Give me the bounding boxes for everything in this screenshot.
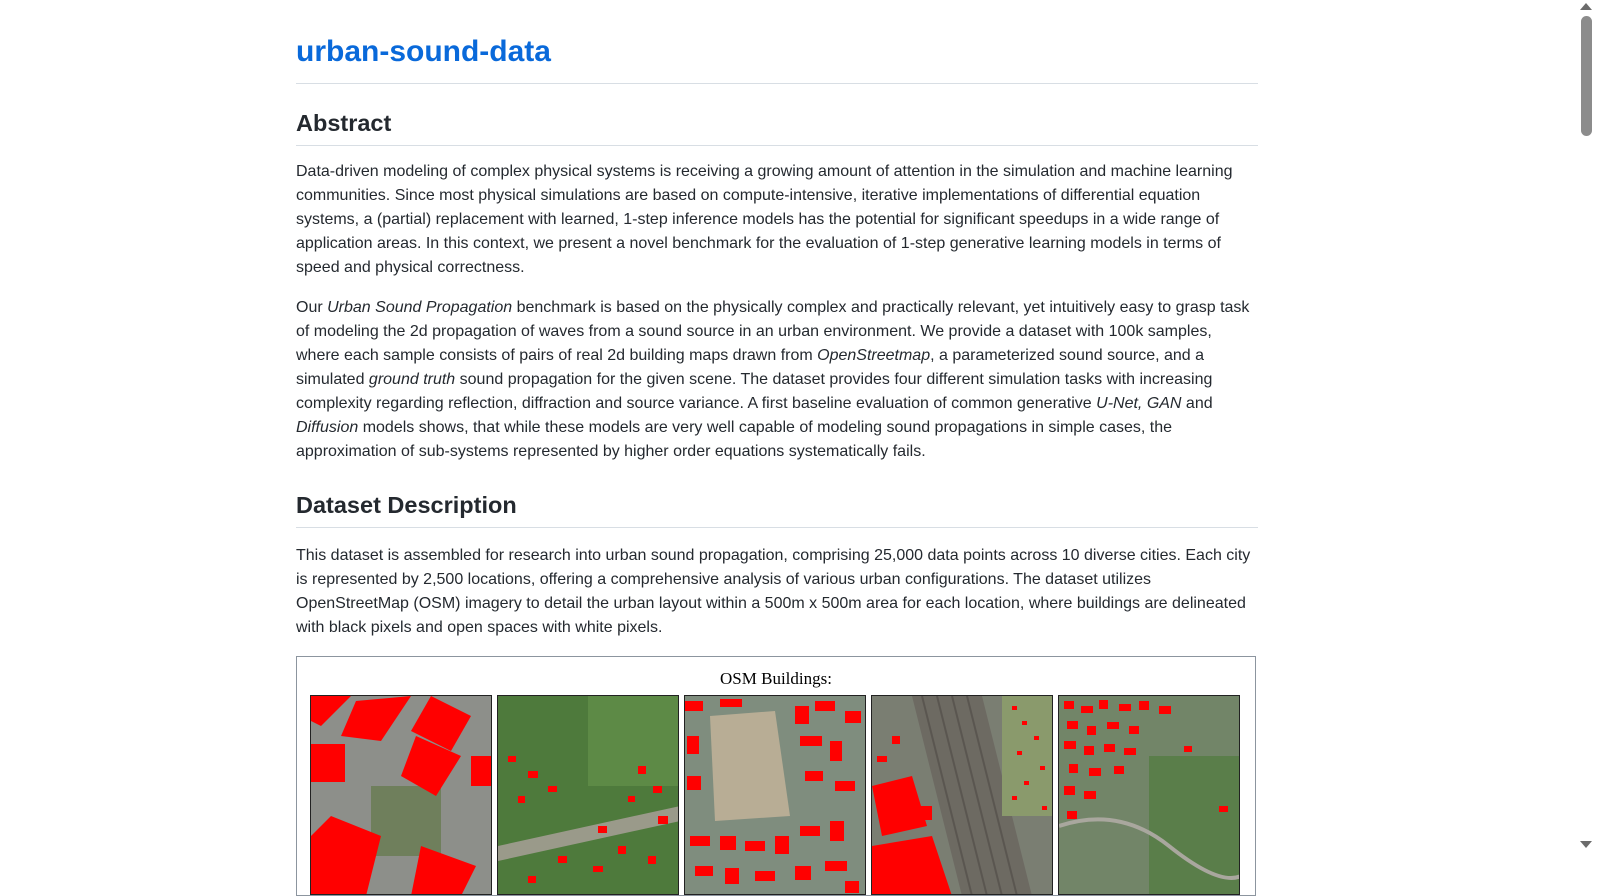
dataset-description-heading: Dataset Description: [296, 490, 1258, 528]
scroll-down-arrow-icon[interactable]: [1580, 841, 1592, 848]
figure-title: OSM Buildings:: [720, 669, 832, 688]
dataset-description-paragraph: This dataset is assembled for research i…: [296, 547, 1251, 636]
abstract-paragraph-2: Our Urban Sound Propagation benchmark is…: [296, 299, 1250, 460]
osm-tile-4: [871, 695, 1053, 895]
emphasis-openstreetmap: OpenStreetmap: [817, 347, 931, 364]
emphasis-diffusion: Diffusion: [296, 419, 359, 436]
abstract-paragraph-1: Data-driven modeling of complex physical…: [296, 163, 1233, 276]
emphasis-unet-gan: U-Net, GAN: [1096, 395, 1182, 412]
site-title-link[interactable]: urban-sound-data: [296, 32, 1258, 84]
scroll-up-arrow-icon[interactable]: [1580, 3, 1592, 10]
osm-tile-1: [310, 695, 492, 895]
emphasis-ground-truth: ground truth: [368, 371, 456, 388]
osm-tile-3: [684, 695, 866, 895]
osm-tile-5: [1058, 695, 1240, 895]
main-content: urban-sound-data Abstract Data-driven mo…: [296, 0, 1258, 896]
osm-tile-2: [497, 695, 679, 895]
scrollbar-thumb[interactable]: [1581, 16, 1592, 136]
vertical-scrollbar[interactable]: [1570, 0, 1600, 861]
emphasis-urban-sound-propagation: Urban Sound Propagation: [327, 299, 513, 316]
osm-buildings-figure: OSM Buildings:: [296, 656, 1256, 896]
abstract-heading: Abstract: [296, 108, 1258, 146]
